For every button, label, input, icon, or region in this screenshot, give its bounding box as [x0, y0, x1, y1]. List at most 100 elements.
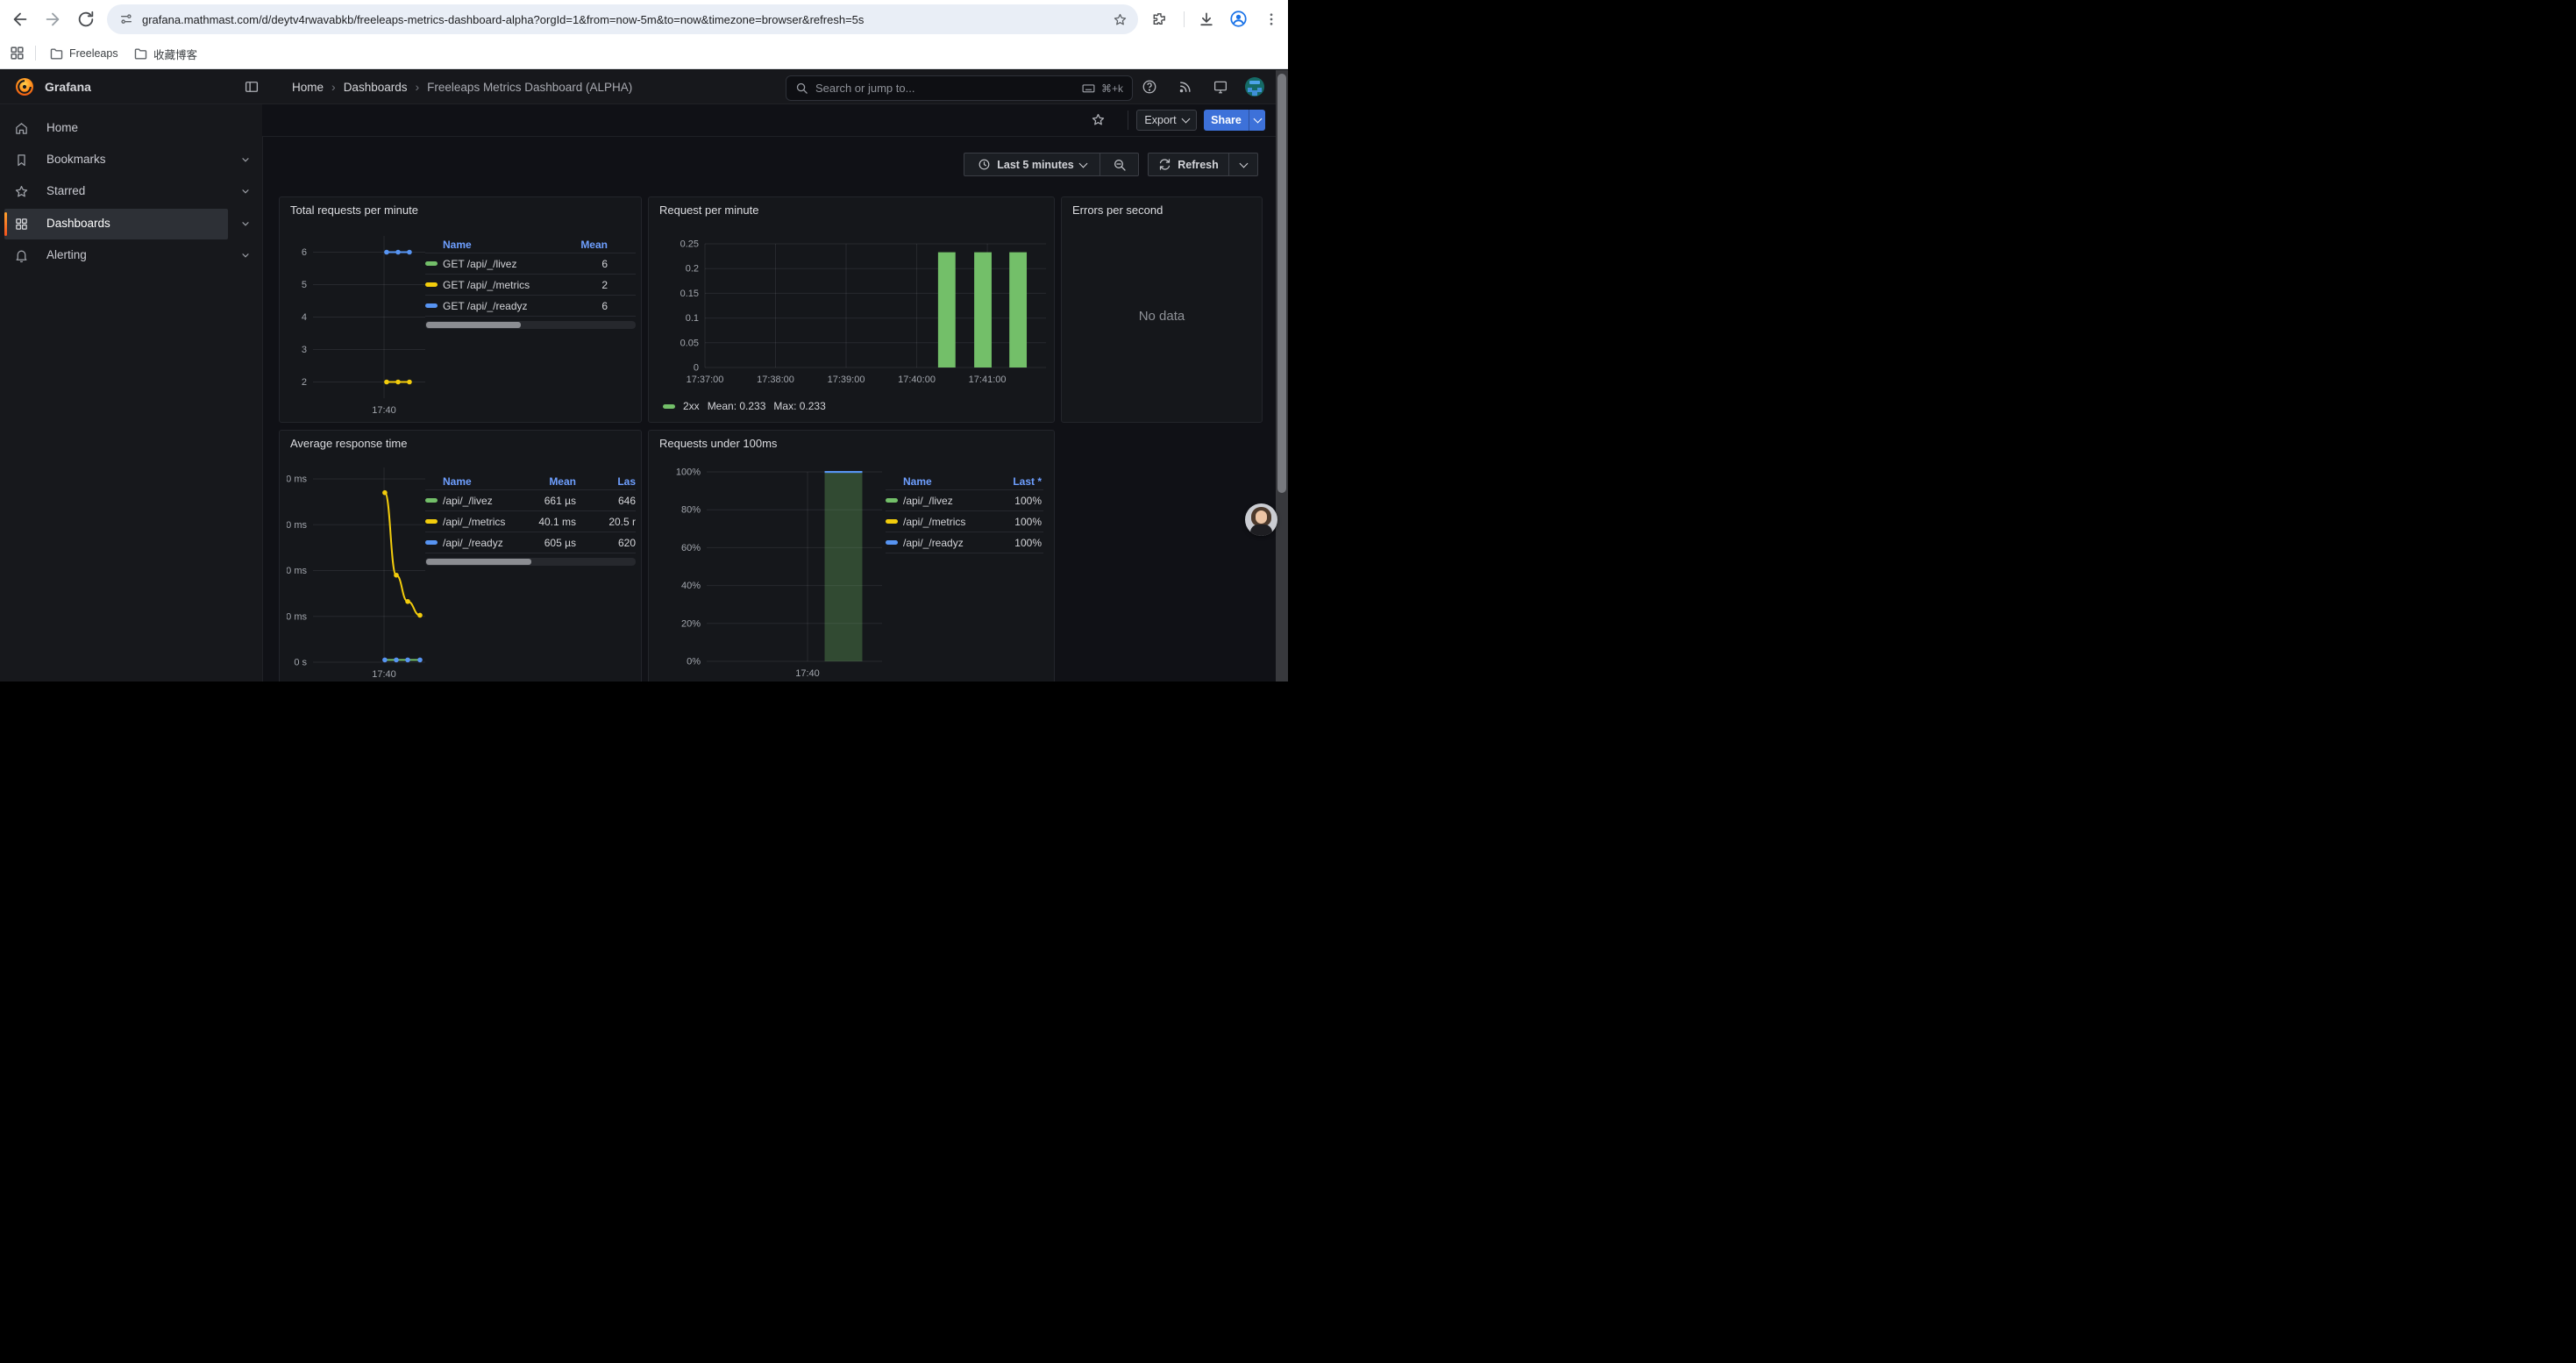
share-button[interactable]: Share [1204, 110, 1249, 131]
svg-text:17:40: 17:40 [795, 668, 820, 679]
svg-text:17:41:00: 17:41:00 [969, 375, 1007, 385]
svg-text:0.15: 0.15 [680, 289, 699, 299]
svg-text:40%: 40% [681, 581, 701, 591]
bookmarks-bar: Freeleaps 收藏博客 [0, 39, 1288, 69]
grafana-logo[interactable] [15, 77, 34, 96]
svg-text:80%: 80% [681, 505, 701, 516]
bookmarks-divider [35, 46, 36, 61]
request-per-minute-chart: 0.250.20.150.10.05017:37:0017:38:0017:39… [656, 217, 1049, 415]
sidebar-item-starred[interactable]: Starred [0, 176, 262, 207]
refresh-button[interactable]: Refresh [1148, 153, 1229, 176]
sidebar-item-dashboards[interactable]: Dashboards [4, 209, 228, 239]
display-icon[interactable] [1213, 79, 1228, 95]
profile-icon[interactable] [1229, 10, 1248, 28]
svg-text:0: 0 [694, 363, 699, 374]
chevron-down-icon[interactable] [240, 154, 251, 165]
search-input[interactable]: Search or jump to... ⌘+k [786, 75, 1133, 101]
sidebar-item-label: Dashboards [46, 217, 110, 230]
panel-legend-table[interactable]: NameMeanLas/api/_/livez661 µs646/api/_/m… [425, 473, 636, 566]
svg-text:17:40: 17:40 [372, 405, 396, 415]
panel-requests-under-100ms: Requests under 100ms 100%80%60%40%20%0%1… [648, 430, 1055, 682]
breadcrumb-separator: › [415, 80, 419, 94]
keyboard-icon [1081, 81, 1096, 96]
share-menu-button[interactable] [1249, 110, 1265, 131]
sidebar-item-home[interactable]: Home [0, 113, 262, 144]
apps-grid-icon[interactable] [9, 45, 25, 61]
assistant-avatar[interactable] [1245, 503, 1277, 536]
clock-icon [978, 158, 991, 171]
series-name[interactable]: 2xx [683, 400, 700, 412]
bookmark-folder-favorites[interactable]: 收藏博客 [133, 43, 197, 64]
browser-menu-icon[interactable] [1263, 11, 1279, 27]
dashboards-icon [14, 217, 29, 232]
panel-total-requests: Total requests per minute 6543217:40 Nam… [279, 196, 642, 423]
page-scrollbar[interactable] [1276, 70, 1288, 682]
panel-legend-inline[interactable]: 2xx Mean: 0.233 Max: 0.233 [663, 400, 826, 412]
panel-title[interactable]: Requests under 100ms [659, 437, 777, 450]
reload-icon[interactable] [76, 10, 96, 29]
folder-icon [49, 46, 64, 61]
svg-text:3: 3 [302, 345, 307, 355]
breadcrumb-home[interactable]: Home [292, 81, 324, 94]
panel-title[interactable]: Average response time [290, 437, 407, 450]
favorite-star-icon[interactable] [1091, 112, 1106, 127]
svg-text:0.1: 0.1 [686, 313, 699, 324]
bookmark-icon [14, 153, 29, 168]
panel-legend-table[interactable]: NameLast */api/_/livez100%/api/_/metrics… [886, 473, 1043, 553]
svg-text:0.2: 0.2 [686, 264, 699, 275]
avatar-face [1256, 510, 1267, 524]
news-rss-icon[interactable] [1178, 79, 1193, 95]
help-icon[interactable] [1142, 79, 1157, 95]
chevron-down-icon[interactable] [240, 250, 251, 260]
sidebar: Home Bookmarks Starred Dashboards Alerti… [0, 104, 263, 682]
export-button[interactable]: Export [1136, 110, 1197, 131]
svg-text:4: 4 [302, 312, 307, 323]
sidebar-item-alerting[interactable]: Alerting [0, 240, 262, 271]
sidebar-toggle-icon[interactable] [244, 79, 260, 95]
url-text: grafana.mathmast.com/d/deytv4rwavabkb/fr… [142, 13, 1102, 26]
refresh-interval-button[interactable] [1229, 153, 1258, 176]
svg-text:60 ms: 60 ms [287, 520, 307, 531]
panel-title[interactable]: Total requests per minute [290, 203, 418, 217]
dashboard-toolbar: Export Share [262, 104, 1276, 137]
user-avatar[interactable] [1245, 77, 1264, 96]
svg-text:17:40:00: 17:40:00 [898, 375, 936, 385]
breadcrumb-dashboards[interactable]: Dashboards [344, 81, 408, 94]
breadcrumb-current: Freeleaps Metrics Dashboard (ALPHA) [427, 81, 632, 94]
time-range-picker[interactable]: Last 5 minutes [964, 153, 1100, 176]
panel-errors-per-second: Errors per second No data [1061, 196, 1263, 423]
panel-request-per-minute: Request per minute 0.250.20.150.10.05017… [648, 196, 1055, 423]
breadcrumb: Home › Dashboards › Freeleaps Metrics Da… [292, 80, 632, 94]
site-settings-icon[interactable] [119, 12, 133, 26]
downloads-icon[interactable] [1198, 11, 1215, 28]
zoom-out-icon [1113, 158, 1127, 172]
bookmark-label: 收藏博客 [153, 46, 197, 62]
series-max: Max: 0.233 [773, 400, 825, 412]
back-icon[interactable] [11, 10, 30, 29]
extensions-icon[interactable] [1150, 11, 1168, 28]
total-requests-chart: 6543217:40 [287, 217, 431, 415]
scrollbar-thumb[interactable] [1277, 74, 1286, 493]
panel-legend-table[interactable]: NameMeanGET /api/_/livez6GET /api/_/metr… [425, 236, 636, 329]
series-pill [663, 404, 675, 409]
svg-text:40 ms: 40 ms [287, 566, 307, 576]
bookmark-folder-freeleaps[interactable]: Freeleaps [49, 43, 118, 64]
svg-text:17:37:00: 17:37:00 [687, 375, 724, 385]
svg-text:0.05: 0.05 [680, 338, 699, 348]
series-mean: Mean: 0.233 [708, 400, 766, 412]
folder-icon [133, 46, 148, 61]
svg-text:20%: 20% [681, 618, 701, 629]
chevron-down-icon[interactable] [240, 186, 251, 196]
zoom-out-button[interactable] [1100, 153, 1139, 176]
forward-icon[interactable] [43, 10, 62, 29]
address-bar[interactable]: grafana.mathmast.com/d/deytv4rwavabkb/fr… [107, 4, 1138, 34]
brand-name: Grafana [45, 80, 91, 94]
share-label: Share [1211, 114, 1242, 126]
search-placeholder: Search or jump to... [815, 82, 1081, 95]
chevron-down-icon[interactable] [240, 218, 251, 229]
panel-title[interactable]: Request per minute [659, 203, 758, 217]
bookmark-star-icon[interactable] [1113, 12, 1128, 27]
average-response-time-chart: 80 ms60 ms40 ms20 ms0 s17:40 [287, 452, 431, 682]
sidebar-item-bookmarks[interactable]: Bookmarks [0, 145, 262, 175]
svg-text:100%: 100% [676, 467, 701, 478]
